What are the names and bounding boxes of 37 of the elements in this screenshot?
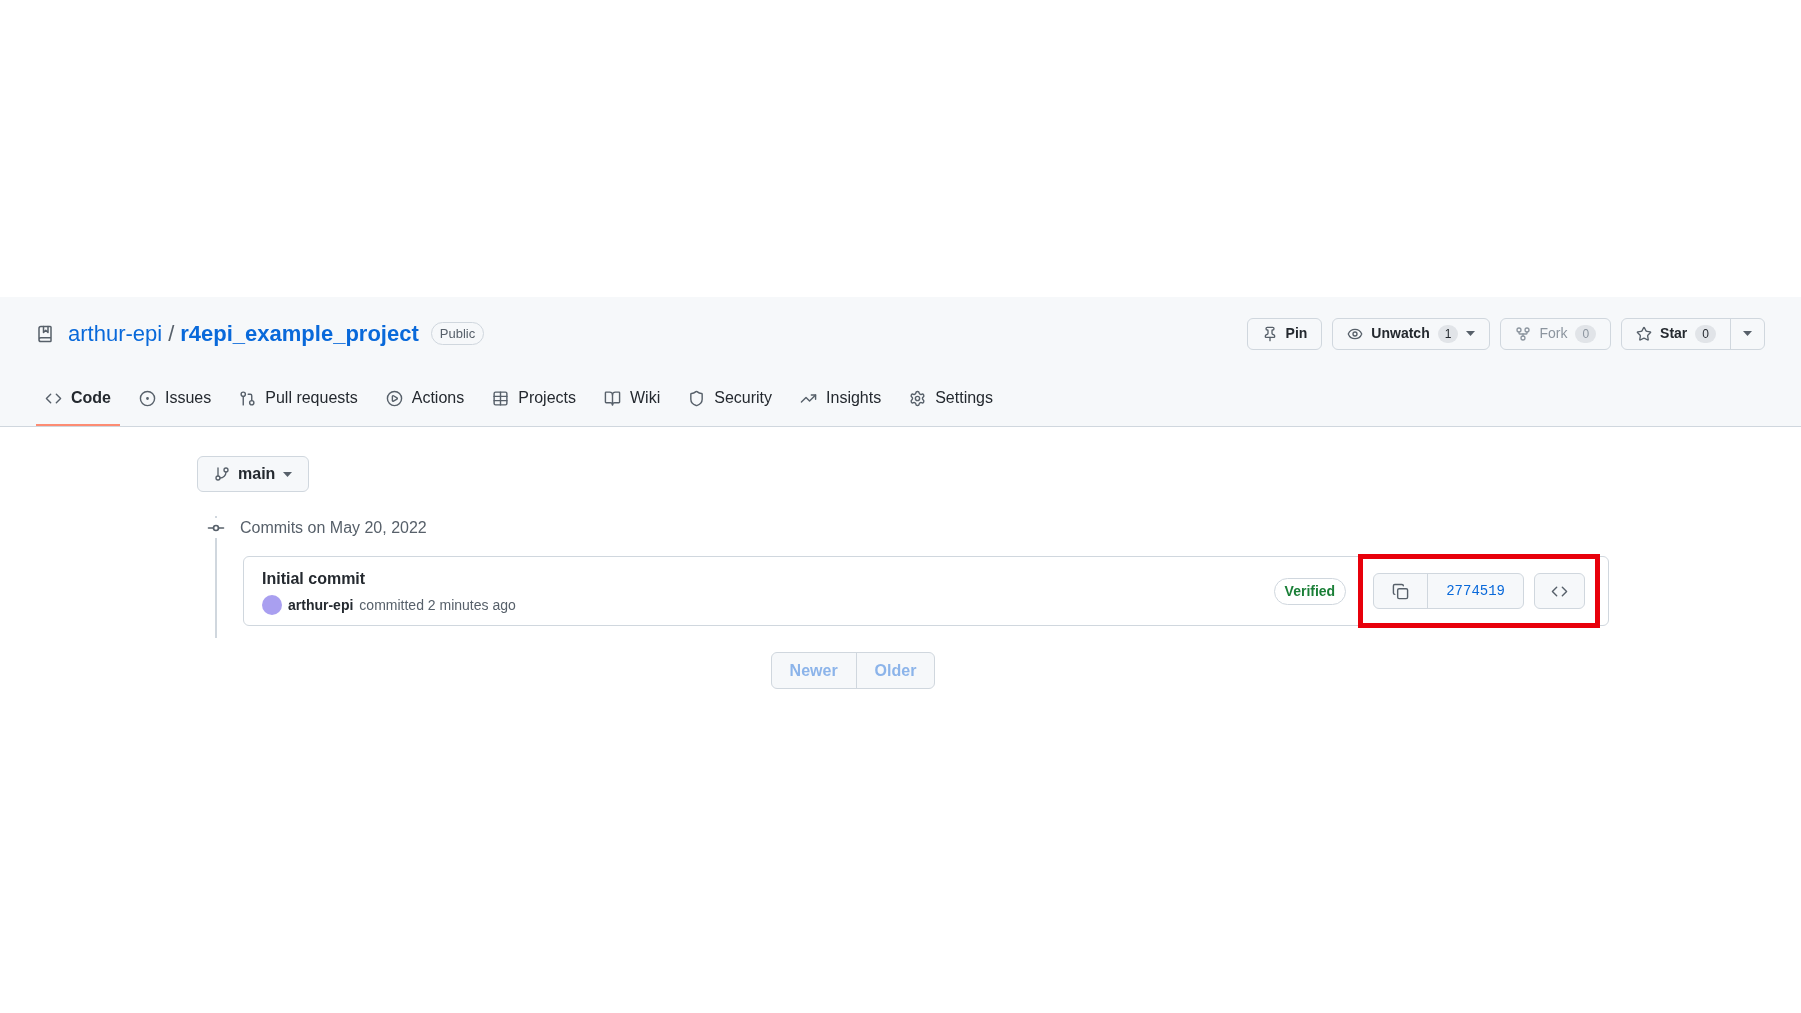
commit-group-heading: Commits on May 20, 2022 [240, 518, 427, 538]
nav-tab[interactable]: Issues [130, 382, 221, 426]
count-badge: 0 [1695, 324, 1716, 343]
branch-icon [214, 466, 230, 482]
copy-icon [1392, 582, 1410, 600]
commit-meta: committed 2 minutes ago [359, 595, 516, 615]
branch-button[interactable]: main [197, 456, 310, 492]
issues-icon [139, 389, 156, 407]
actions-icon [385, 389, 403, 407]
repo-name-link[interactable]: r4epi_example_project [180, 317, 419, 350]
projects-icon [492, 389, 510, 407]
nav-tab[interactable]: Code [36, 382, 120, 426]
nav-tab[interactable]: Projects [483, 382, 585, 426]
pulls-icon [239, 389, 257, 407]
author-link[interactable]: arthur-epi [288, 594, 354, 616]
star-icon [1636, 325, 1653, 342]
nav-tab[interactable]: Insights [791, 382, 891, 426]
nav-tab[interactable]: Settings [900, 382, 1002, 426]
nav-tab[interactable]: Security [679, 382, 782, 426]
count-badge: 1 [1437, 324, 1459, 343]
security-icon [688, 389, 706, 407]
commit-title[interactable]: Initial commit [262, 566, 516, 591]
owner-link[interactable]: arthur-epi [68, 317, 163, 350]
settings-icon [909, 389, 927, 407]
caret-icon [283, 471, 293, 477]
nav-tab[interactable]: Wiki [595, 382, 670, 426]
watch-button[interactable]: Unwatch 1 [1333, 318, 1490, 349]
repo-icon [36, 324, 54, 343]
fork-icon [1515, 325, 1532, 342]
nav-tab[interactable]: Pull requests [230, 382, 367, 426]
pin-button[interactable]: Pin [1247, 318, 1322, 349]
browse-files-button[interactable] [1534, 573, 1585, 609]
count-badge: 0 [1575, 324, 1597, 343]
avatar [262, 595, 282, 615]
nav-tab[interactable]: Actions [376, 382, 474, 426]
path-separator: / [168, 320, 175, 348]
wiki-icon [604, 389, 621, 407]
